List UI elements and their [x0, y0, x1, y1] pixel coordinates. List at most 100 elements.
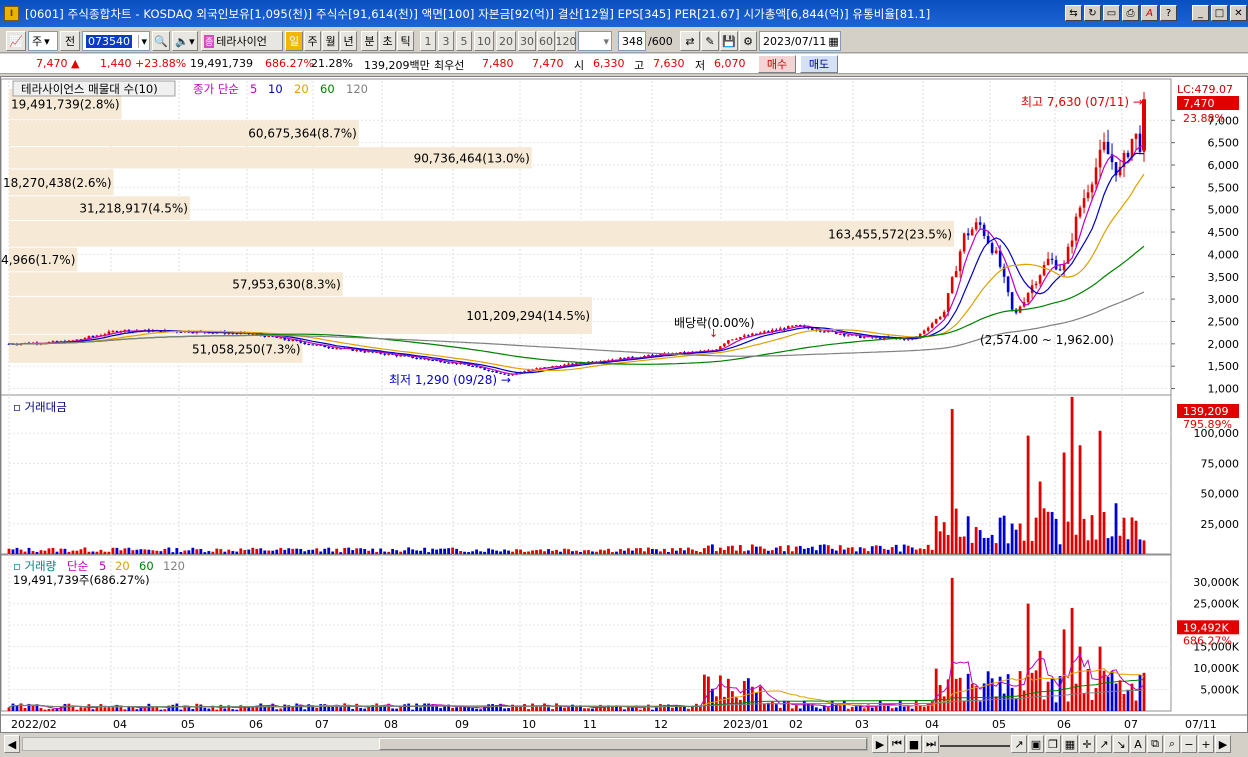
print-icon[interactable]: ⎙ — [1122, 5, 1139, 21]
stop-icon[interactable]: ■ — [906, 735, 922, 753]
interval-30[interactable]: 30 — [518, 31, 536, 51]
x-tick-label: 12 — [654, 718, 668, 731]
scroll-left-icon[interactable]: ◀ — [4, 735, 20, 753]
period-minute[interactable]: 분 — [361, 31, 378, 51]
arrows-icon[interactable]: ⇄ — [680, 31, 700, 51]
amount-bar — [762, 548, 766, 554]
amount-bar — [1130, 517, 1134, 554]
interval-120[interactable]: 120 — [556, 31, 577, 51]
draw-line-icon[interactable]: ↗ — [1011, 735, 1027, 753]
help-icon[interactable]: ? — [1160, 5, 1177, 21]
period-week[interactable]: 주 — [304, 31, 321, 51]
amount-bar — [866, 551, 870, 554]
volume-bar — [902, 706, 906, 711]
amount-bar — [926, 544, 930, 554]
volume-bar — [483, 706, 486, 711]
font-icon[interactable]: A — [1141, 5, 1158, 21]
candle-body — [1134, 133, 1138, 139]
prev-button[interactable]: 전 — [60, 31, 80, 51]
amount-bar — [7, 548, 11, 554]
period-month[interactable]: 월 — [322, 31, 339, 51]
interval-3[interactable]: 3 — [438, 31, 454, 51]
scroll-right-icon[interactable]: ▶ — [1215, 735, 1231, 753]
volume-bar — [363, 708, 367, 711]
rewind-icon[interactable]: ⏮ — [889, 735, 905, 753]
refresh-icon[interactable]: ↻ — [1084, 5, 1101, 21]
stock-search-icon[interactable]: 📈 — [6, 31, 26, 51]
x-end-label: 07/11 — [1185, 718, 1217, 731]
window-copy-icon[interactable]: ⧉ — [1147, 735, 1163, 753]
fast-forward-icon[interactable]: ⏭ — [923, 735, 939, 753]
sound-icon[interactable]: 🔈▾ — [172, 31, 198, 51]
period-day[interactable]: 일 — [285, 31, 303, 51]
settings-icon[interactable]: ⚙ — [739, 31, 757, 51]
amount-bar — [459, 550, 463, 554]
volume-bar — [11, 703, 15, 711]
amount-bar — [167, 547, 171, 554]
scrollbar-thumb[interactable] — [379, 738, 867, 750]
interval-60[interactable]: 60 — [537, 31, 555, 51]
amount-bar — [942, 522, 946, 554]
sell-button[interactable]: 매도 — [800, 55, 838, 73]
volume-bar — [1010, 687, 1014, 711]
amount-bar — [175, 548, 179, 554]
scrollbar-track[interactable] — [22, 737, 868, 751]
amount-bar — [563, 548, 566, 554]
layout-icon[interactable]: ▣ — [1028, 735, 1044, 753]
amount-bar — [31, 550, 35, 554]
volume-bar — [918, 705, 922, 711]
candle-body — [958, 251, 962, 272]
amount-bar — [706, 545, 710, 554]
zoom-out-icon[interactable]: − — [1181, 735, 1197, 753]
chart-area[interactable]: 2022/02 04 05 06 07 08 09 10 11 12 2023/01 02 03 04 05… — [0, 76, 1248, 733]
text-icon[interactable]: A — [1130, 735, 1146, 753]
minimize-icon[interactable]: _ — [1192, 5, 1209, 21]
title-tools: ⇆ ↻ ▭ ⎙ A ? — [1065, 5, 1177, 21]
amount-bar — [183, 550, 187, 554]
grid-icon[interactable]: ▦ — [1062, 735, 1078, 753]
amount-bar — [918, 548, 922, 554]
play-icon[interactable]: ▶ — [872, 735, 888, 753]
period-tick[interactable]: 틱 — [397, 31, 414, 51]
search-icon[interactable]: 🔍 — [152, 31, 170, 51]
amount-bar — [323, 548, 327, 554]
candle-body — [1074, 216, 1078, 241]
zoom-in-icon[interactable]: + — [1198, 735, 1214, 753]
volume-bar — [810, 705, 814, 711]
interval-20[interactable]: 20 — [496, 31, 516, 51]
count-input[interactable]: 348 — [618, 31, 646, 51]
zoom-icon[interactable]: ⌕ — [1164, 735, 1180, 753]
cross-icon[interactable]: ✛ — [1079, 735, 1095, 753]
code-input[interactable]: 073540 ▾ — [82, 31, 150, 51]
candle-body — [467, 364, 470, 367]
amount-bar — [67, 551, 71, 554]
buy-button[interactable]: 매수 — [758, 55, 796, 73]
custom-interval-select[interactable]: ▾ — [578, 31, 612, 51]
type-select[interactable]: 주 ▾ — [28, 31, 58, 51]
amount-bar — [958, 536, 962, 554]
window-icon[interactable]: ▭ — [1103, 5, 1120, 21]
interval-1[interactable]: 1 — [420, 31, 436, 51]
save-icon[interactable]: 💾 — [720, 31, 738, 51]
arrow-se-icon[interactable]: ↘ — [1113, 735, 1129, 753]
chart-tool-icon[interactable]: ✎ — [701, 31, 719, 51]
date-input[interactable]: 2023/07/11 ▦ — [759, 31, 841, 51]
period-year[interactable]: 년 — [340, 31, 357, 51]
maximize-icon[interactable]: □ — [1211, 5, 1228, 21]
amount-bar — [746, 550, 750, 554]
amount-bar — [718, 547, 722, 554]
interval-10[interactable]: 10 — [474, 31, 494, 51]
amount-bar — [710, 544, 714, 554]
stock-chart[interactable]: 2022/02 04 05 06 07 08 09 10 11 12 2023/01 02 03 04 05… — [0, 77, 1247, 732]
copy-icon[interactable]: ❐ — [1045, 735, 1061, 753]
volume-bar — [207, 708, 211, 711]
amount-bar — [1082, 518, 1086, 554]
link-icon[interactable]: ⇆ — [1065, 5, 1082, 21]
period-second[interactable]: 초 — [379, 31, 396, 51]
arrow-ne-icon[interactable]: ↗ — [1096, 735, 1112, 753]
name-button[interactable]: 종 테라사이언 — [201, 31, 283, 51]
candle-body — [471, 366, 474, 368]
zoom-slider[interactable] — [940, 729, 1010, 747]
interval-5[interactable]: 5 — [456, 31, 472, 51]
close-icon[interactable]: ✕ — [1230, 5, 1247, 21]
